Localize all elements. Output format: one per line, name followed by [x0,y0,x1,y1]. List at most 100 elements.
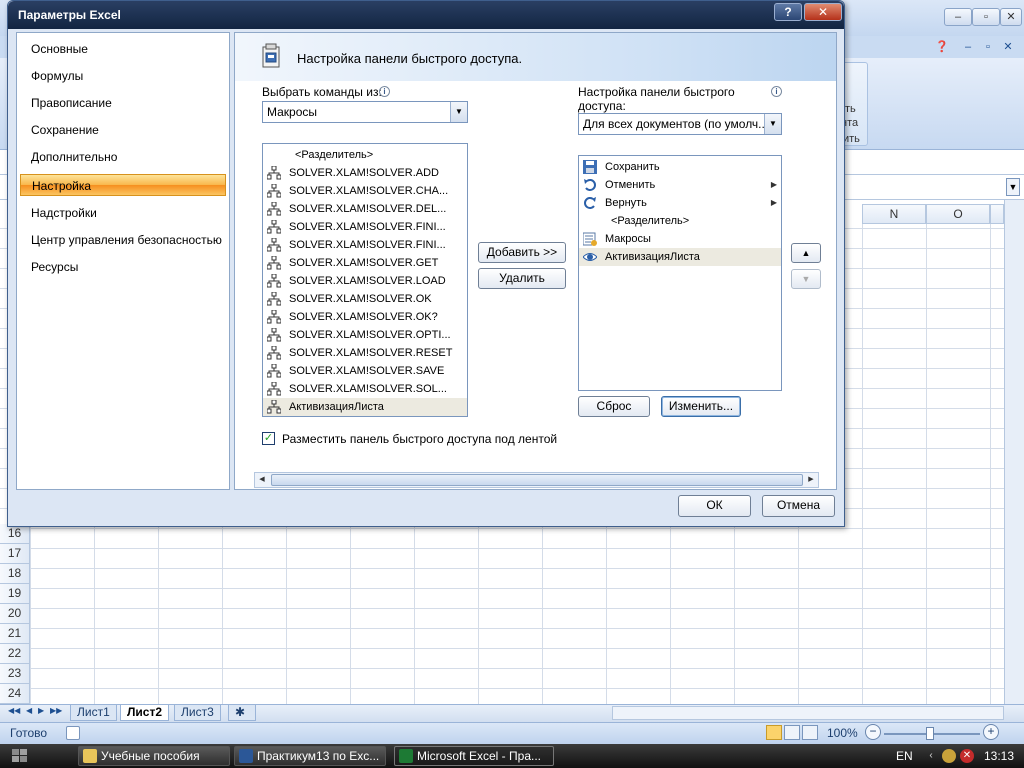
sheet-prev-icon[interactable]: ◀ [26,706,32,715]
list-item[interactable]: SOLVER.XLAM!SOLVER.GET [263,254,467,272]
list-item[interactable]: SOLVER.XLAM!SOLVER.CHA... [263,182,467,200]
row-header[interactable]: 16 [0,524,30,544]
normal-view-icon[interactable] [766,725,782,740]
reset-button[interactable]: Сброс [578,396,650,417]
tray-expand-icon[interactable]: ‹ [924,749,938,763]
sheet-tab-3[interactable]: Лист3 [174,705,221,721]
row-header[interactable]: 17 [0,544,30,564]
dialog-title-bar[interactable]: Параметры Excel ? ✕ [8,1,844,29]
row-header[interactable]: 18 [0,564,30,584]
row-header[interactable]: 21 [0,624,30,644]
list-item[interactable]: SOLVER.XLAM!SOLVER.LOAD [263,272,467,290]
list-item[interactable]: <Разделитель> [579,212,781,230]
column-header-n[interactable]: N [862,204,926,224]
list-item-selected[interactable]: АктивизацияЛиста [263,398,467,416]
list-item-selected[interactable]: АктивизацияЛиста [579,248,781,266]
ok-button[interactable]: ОК [678,495,751,517]
language-indicator[interactable]: EN [896,749,913,763]
excel-close-button[interactable]: ✕ [1000,8,1022,26]
zoom-in-button[interactable]: + [983,724,999,740]
page-break-view-icon[interactable] [802,725,818,740]
qat-commands-list[interactable]: Сохранить Отменить ▶ Вернуть ▶ <Разделит… [578,155,782,391]
taskbar-item-excel[interactable]: Microsoft Excel - Пра... [394,746,554,766]
row-header[interactable]: 19 [0,584,30,604]
nav-item-customize[interactable]: Настройка [20,174,226,196]
cancel-button[interactable]: Отмена [762,495,835,517]
qat-scope-combo[interactable]: Для всех документов (по умолч... ▼ [578,113,782,135]
list-item[interactable]: SOLVER.XLAM!SOLVER.DEL... [263,200,467,218]
row-header[interactable]: 22 [0,644,30,664]
show-below-ribbon-label[interactable]: Разместить панель быстрого доступа под л… [282,432,557,446]
choose-commands-combo[interactable]: Макросы ▼ [262,101,468,123]
sheet-first-icon[interactable]: ◀◀ [8,706,20,715]
tray-tool-icon[interactable] [942,749,956,763]
list-item[interactable]: <Разделитель> [263,146,467,164]
taskbar-item-word[interactable]: Практикум13 по Exc... [234,746,386,766]
add-button[interactable]: Добавить >> [478,242,566,263]
excel-minimize-button[interactable]: – [944,8,972,26]
row-header[interactable]: 24 [0,684,30,704]
zoom-level[interactable]: 100% [827,726,858,740]
list-item[interactable]: SOLVER.XLAM!SOLVER.OK [263,290,467,308]
zoom-out-button[interactable]: − [865,724,881,740]
scroll-left-icon[interactable]: ◀ [255,473,269,487]
row-header[interactable]: 20 [0,604,30,624]
sheet-tab-1[interactable]: Лист1 [70,705,117,721]
panel-horizontal-scrollbar[interactable]: ◀ ▶ [254,472,819,488]
list-item[interactable]: SOLVER.XLAM!SOLVER.OK? [263,308,467,326]
list-item[interactable]: SOLVER.XLAM!SOLVER.SAVE [263,362,467,380]
sheet-next-icon[interactable]: ▶ [38,706,44,715]
workbook-minimize-icon[interactable]: – [960,39,976,55]
info-icon[interactable]: i [379,86,390,97]
nav-item-resources[interactable]: Ресурсы [20,256,226,278]
chevron-down-icon[interactable]: ▼ [764,114,781,134]
nav-item-proofing[interactable]: Правописание [20,92,226,114]
info-icon[interactable]: i [771,86,782,97]
list-item[interactable]: Отменить ▶ [579,176,781,194]
workbook-close-icon[interactable]: ✕ [1000,39,1016,55]
available-commands-list[interactable]: <Разделитель> SOLVER.XLAM!SOLVER.ADD SOL… [262,143,468,417]
horizontal-scrollbar[interactable] [612,706,1004,720]
nav-item-formulas[interactable]: Формулы [20,65,226,87]
nav-item-advanced[interactable]: Дополнительно [20,146,226,168]
row-header[interactable]: 23 [0,664,30,684]
list-item[interactable]: SOLVER.XLAM!SOLVER.FINI... [263,218,467,236]
macro-record-icon[interactable] [66,726,80,740]
list-item[interactable]: SOLVER.XLAM!SOLVER.SOL... [263,380,467,398]
move-up-button[interactable]: ▲ [791,243,821,263]
remove-button[interactable]: Удалить [478,268,566,289]
insert-sheet-icon[interactable]: ✱ [228,705,256,721]
show-below-ribbon-checkbox[interactable]: ✓ [262,432,275,445]
security-alert-icon[interactable]: ✕ [960,749,974,763]
page-layout-view-icon[interactable] [784,725,800,740]
list-item[interactable]: SOLVER.XLAM!SOLVER.FINI... [263,236,467,254]
list-item[interactable]: SOLVER.XLAM!SOLVER.OPTI... [263,326,467,344]
nav-item-addins[interactable]: Надстройки [20,202,226,224]
nav-item-basic[interactable]: Основные [20,38,226,60]
nav-item-trust-center[interactable]: Центр управления безопасностью [20,229,226,251]
formula-expand-icon[interactable]: ▼ [1006,178,1020,196]
nav-item-save[interactable]: Сохранение [20,119,226,141]
modify-button[interactable]: Изменить... [661,396,741,417]
dialog-close-button[interactable]: ✕ [804,3,842,21]
excel-help-icon[interactable]: ❓ [934,39,950,55]
move-down-button[interactable]: ▼ [791,269,821,289]
list-item[interactable]: SOLVER.XLAM!SOLVER.ADD [263,164,467,182]
column-header-p[interactable] [990,204,1004,224]
list-item[interactable]: SOLVER.XLAM!SOLVER.RESET [263,344,467,362]
list-item[interactable]: Макросы [579,230,781,248]
scroll-right-icon[interactable]: ▶ [804,473,818,487]
sheet-tab-2[interactable]: Лист2 [120,705,170,721]
workbook-restore-icon[interactable]: ▫ [980,39,996,55]
column-header-o[interactable]: O [926,204,990,224]
start-button[interactable] [6,746,58,766]
excel-maximize-button[interactable]: ▫ [972,8,1000,26]
scrollbar-thumb[interactable] [271,474,803,486]
dialog-help-button[interactable]: ? [774,3,802,21]
sheet-last-icon[interactable]: ▶▶ [50,706,62,715]
list-item[interactable]: Вернуть ▶ [579,194,781,212]
zoom-slider-handle[interactable] [926,727,934,740]
vertical-scrollbar[interactable] [1004,200,1024,704]
chevron-down-icon[interactable]: ▼ [450,102,467,122]
taskbar-item-folder[interactable]: Учебные пособия [78,746,230,766]
